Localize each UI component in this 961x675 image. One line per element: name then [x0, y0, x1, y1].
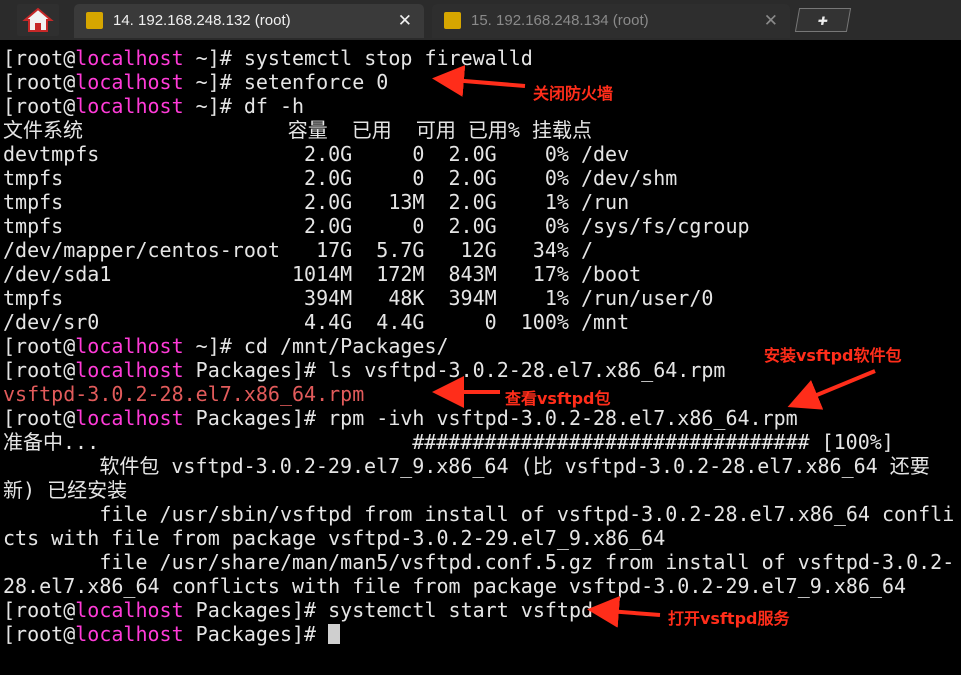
start-arrow — [587, 595, 661, 628]
annotation-install: 安装vsftpd软件包 — [764, 346, 902, 365]
install-arrow — [787, 369, 876, 410]
firewall-arrow — [432, 65, 526, 97]
annotation-start: 打开vsftpd服务 — [668, 609, 790, 628]
annotation-view: 查看vsftpd包 — [505, 389, 611, 408]
annotation-arrows — [432, 65, 876, 628]
annotation-firewall: 关闭防火墙 — [533, 84, 614, 103]
